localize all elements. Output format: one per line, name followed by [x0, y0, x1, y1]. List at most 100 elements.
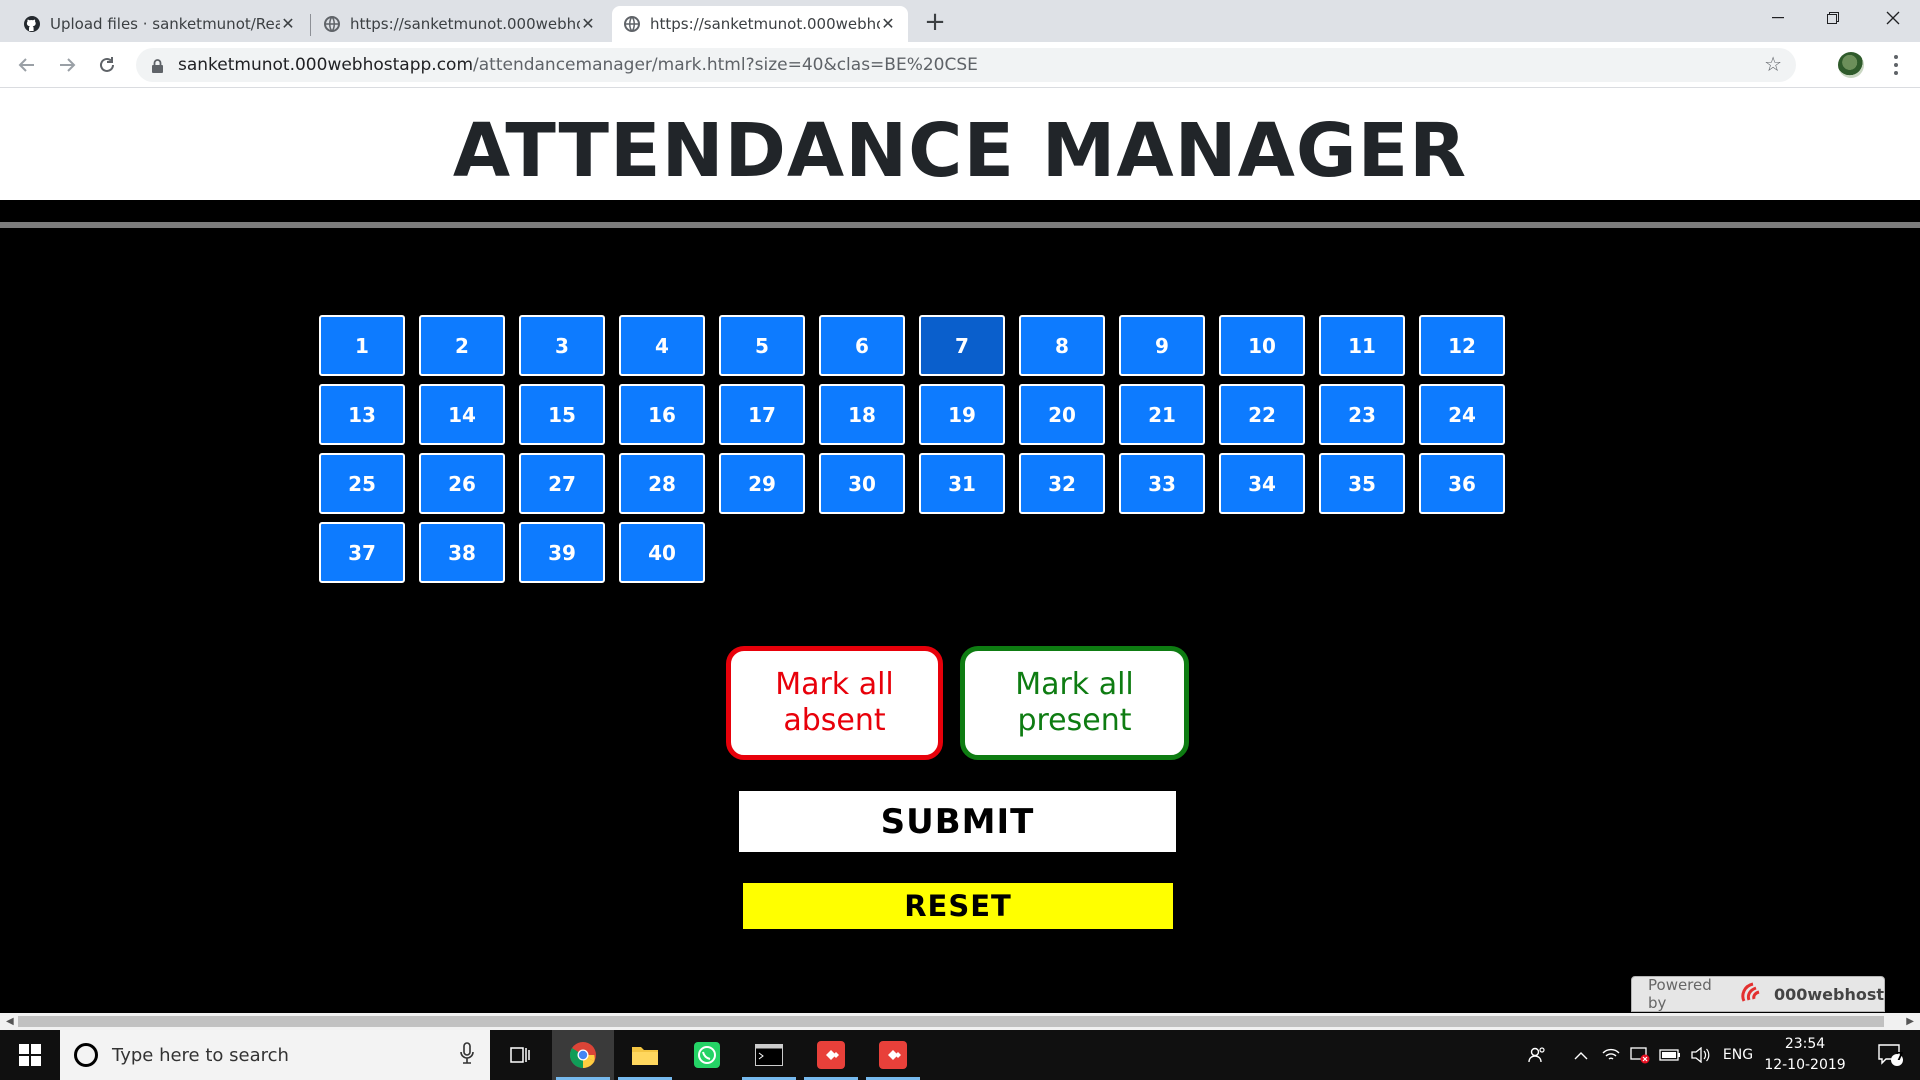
roll-button-11[interactable]: 11 [1319, 315, 1405, 376]
forward-button[interactable] [53, 51, 81, 79]
roll-button-21[interactable]: 21 [1119, 384, 1205, 445]
submit-button[interactable]: SUBMIT [739, 791, 1176, 852]
roll-button-37[interactable]: 37 [319, 522, 405, 583]
people-icon[interactable] [1522, 1030, 1552, 1080]
address-bar[interactable]: sanketmunot.000webhostapp.com/attendance… [136, 48, 1796, 82]
search-placeholder: Type here to search [112, 1044, 289, 1066]
minimize-button[interactable] [1750, 0, 1805, 36]
roll-button-13[interactable]: 13 [319, 384, 405, 445]
roll-button-18[interactable]: 18 [819, 384, 905, 445]
divider [0, 222, 1920, 228]
tab-title: https://sanketmunot.000webhostapp.com [350, 15, 580, 33]
close-tab-icon[interactable]: ✕ [580, 16, 596, 32]
powered-by-text: Powered by [1648, 976, 1712, 1012]
roll-button-30[interactable]: 30 [819, 453, 905, 514]
language-indicator[interactable]: ENG [1718, 1030, 1758, 1080]
roll-button-35[interactable]: 35 [1319, 453, 1405, 514]
roll-button-15[interactable]: 15 [519, 384, 605, 445]
git-app-icon[interactable] [800, 1030, 862, 1080]
scroll-right-icon[interactable]: ▶ [1906, 1016, 1914, 1027]
windows-taskbar: Type here to search ENG 23:54 12-10-2019… [0, 1030, 1920, 1080]
roll-button-17[interactable]: 17 [719, 384, 805, 445]
tab-separator [310, 14, 311, 36]
menu-icon[interactable] [1886, 53, 1906, 77]
terminal-icon[interactable] [738, 1030, 800, 1080]
taskbar-search-box[interactable]: Type here to search [60, 1030, 490, 1080]
roll-button-33[interactable]: 33 [1119, 453, 1205, 514]
roll-button-19[interactable]: 19 [919, 384, 1005, 445]
roll-button-31[interactable]: 31 [919, 453, 1005, 514]
profile-avatar[interactable] [1838, 52, 1864, 78]
roll-button-2[interactable]: 2 [419, 315, 505, 376]
notifications-icon[interactable]: 7 [1866, 1030, 1916, 1080]
roll-button-14[interactable]: 14 [419, 384, 505, 445]
roll-button-12[interactable]: 12 [1419, 315, 1505, 376]
roll-button-25[interactable]: 25 [319, 453, 405, 514]
windows-start-button[interactable] [0, 1030, 60, 1080]
volume-icon[interactable] [1686, 1030, 1714, 1080]
tab-github-upload[interactable]: Upload files · sanketmunot/ReadMe ✕ [12, 6, 308, 42]
tab-title: https://sanketmunot.000webhostapp.com [650, 15, 880, 33]
chevron-up-icon[interactable] [1568, 1030, 1594, 1080]
mark-all-absent-button[interactable]: Mark all absent [726, 646, 943, 760]
reset-button[interactable]: RESET [743, 883, 1173, 929]
battery-icon[interactable] [1656, 1030, 1684, 1080]
chrome-taskbar-icon[interactable] [552, 1030, 614, 1080]
roll-button-16[interactable]: 16 [619, 384, 705, 445]
roll-button-3[interactable]: 3 [519, 315, 605, 376]
new-tab-button[interactable]: + [921, 8, 949, 36]
roll-button-22[interactable]: 22 [1219, 384, 1305, 445]
roll-button-40[interactable]: 40 [619, 522, 705, 583]
git-app-icon[interactable] [862, 1030, 924, 1080]
roll-button-34[interactable]: 34 [1219, 453, 1305, 514]
roll-button-5[interactable]: 5 [719, 315, 805, 376]
mark-absent-label-line1: Mark all [775, 667, 894, 702]
roll-button-7[interactable]: 7 [919, 315, 1005, 376]
tab-webhost-active[interactable]: https://sanketmunot.000webhostapp.com ✕ [612, 6, 908, 42]
roll-button-8[interactable]: 8 [1019, 315, 1105, 376]
roll-button-36[interactable]: 36 [1419, 453, 1505, 514]
roll-button-27[interactable]: 27 [519, 453, 605, 514]
bookmark-star-icon[interactable]: ☆ [1764, 54, 1782, 74]
horizontal-scrollbar[interactable]: ◀ ▶ [0, 1013, 1920, 1030]
roll-button-26[interactable]: 26 [419, 453, 505, 514]
tab-webhost-1[interactable]: https://sanketmunot.000webhostapp.com ✕ [312, 6, 608, 42]
roll-button-23[interactable]: 23 [1319, 384, 1405, 445]
roll-button-32[interactable]: 32 [1019, 453, 1105, 514]
powered-by-brand: 000webhost [1773, 984, 1884, 1004]
taskbar-clock[interactable]: 23:54 12-10-2019 [1760, 1034, 1850, 1076]
roll-button-38[interactable]: 38 [419, 522, 505, 583]
restore-button[interactable] [1805, 0, 1860, 36]
scrollbar-thumb[interactable] [18, 1016, 1884, 1027]
security-alert-icon[interactable] [1626, 1030, 1654, 1080]
mark-absent-label-line2: absent [783, 703, 886, 738]
globe-icon [324, 16, 340, 32]
close-tab-icon[interactable]: ✕ [280, 16, 296, 32]
roll-button-39[interactable]: 39 [519, 522, 605, 583]
roll-button-6[interactable]: 6 [819, 315, 905, 376]
reload-button[interactable] [93, 51, 121, 79]
github-icon [24, 16, 40, 32]
cortana-icon [74, 1043, 98, 1067]
lock-icon [152, 58, 163, 77]
roll-button-24[interactable]: 24 [1419, 384, 1505, 445]
roll-button-1[interactable]: 1 [319, 315, 405, 376]
close-tab-icon[interactable]: ✕ [880, 16, 896, 32]
url-host: sanketmunot.000webhostapp.com [178, 55, 474, 75]
scroll-left-icon[interactable]: ◀ [6, 1016, 14, 1027]
roll-button-9[interactable]: 9 [1119, 315, 1205, 376]
roll-button-4[interactable]: 4 [619, 315, 705, 376]
powered-by-badge[interactable]: Powered by 000webhost [1631, 976, 1885, 1012]
roll-button-28[interactable]: 28 [619, 453, 705, 514]
microphone-icon[interactable] [460, 1042, 474, 1068]
task-view-icon[interactable] [490, 1030, 552, 1080]
roll-button-10[interactable]: 10 [1219, 315, 1305, 376]
roll-button-29[interactable]: 29 [719, 453, 805, 514]
close-window-button[interactable] [1865, 0, 1920, 36]
roll-button-20[interactable]: 20 [1019, 384, 1105, 445]
mark-all-present-button[interactable]: Mark all present [960, 646, 1189, 760]
file-explorer-icon[interactable] [614, 1030, 676, 1080]
whatsapp-icon[interactable] [676, 1030, 738, 1080]
wifi-icon[interactable] [1598, 1030, 1624, 1080]
back-button[interactable] [13, 51, 41, 79]
